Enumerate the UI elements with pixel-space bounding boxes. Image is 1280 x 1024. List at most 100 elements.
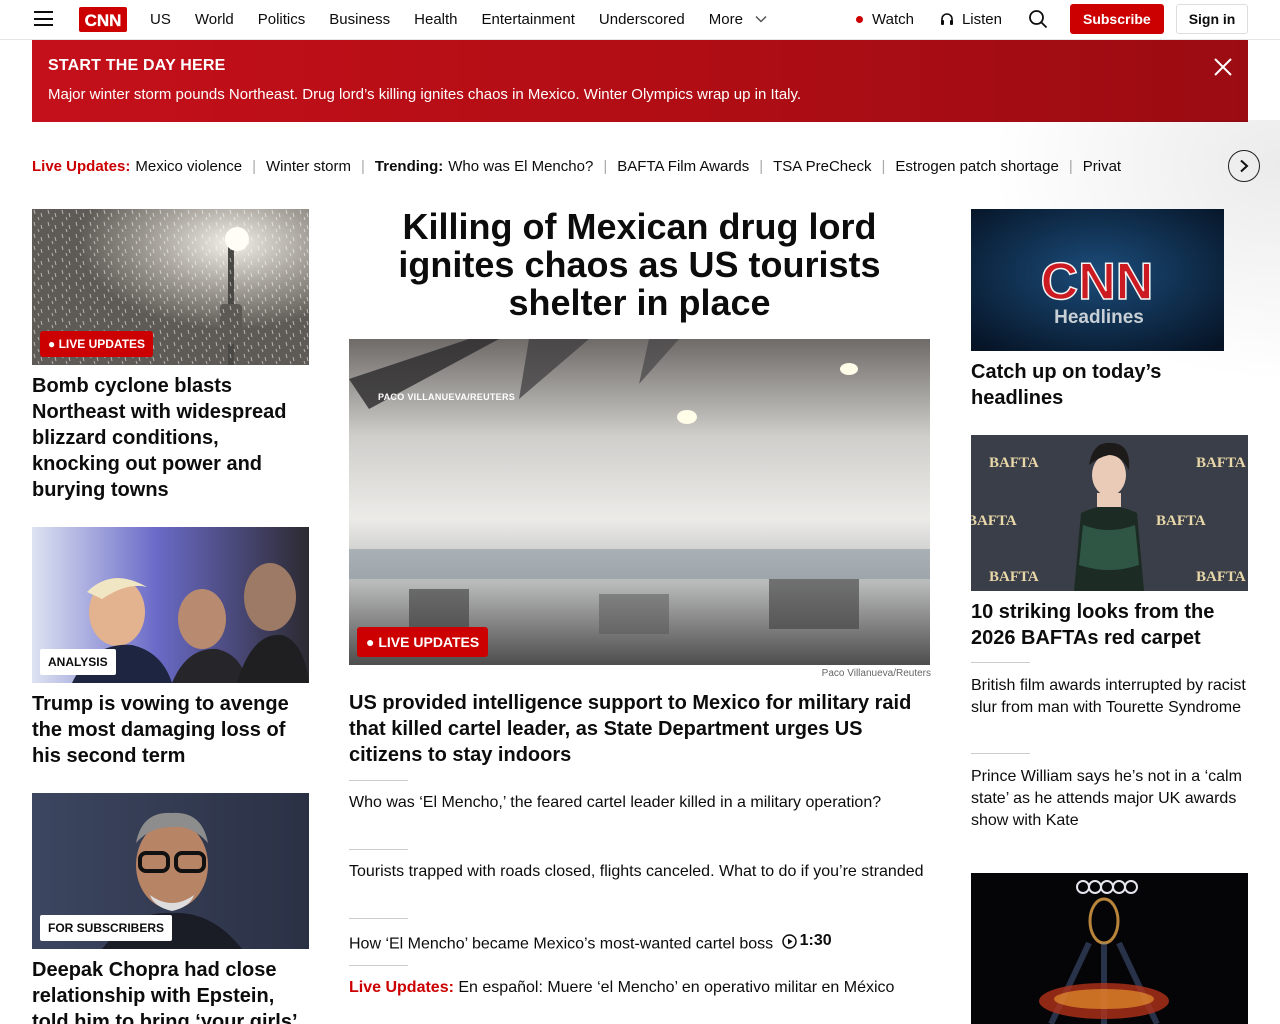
- related-live-link[interactable]: Live Updates: En español: Muere ‘el Menc…: [349, 977, 930, 999]
- separator: |: [1068, 157, 1073, 175]
- trend-link-estrogen[interactable]: Estrogen patch shortage: [895, 158, 1058, 175]
- story-card-bomb-cyclone[interactable]: ● LIVE UPDATES Bomb cyclone blasts North…: [32, 209, 309, 503]
- separator: |: [881, 157, 886, 175]
- search-icon[interactable]: [1028, 9, 1048, 29]
- badge-text: LIVE UPDATES: [378, 634, 480, 650]
- related-video-link[interactable]: How ‘El Mencho’ became Mexico’s most-wan…: [349, 930, 930, 956]
- trend-link-bafta[interactable]: BAFTA Film Awards: [617, 158, 749, 175]
- trump-image[interactable]: ANALYSIS: [32, 527, 309, 683]
- nav-us[interactable]: US: [150, 11, 171, 28]
- trending-next-button[interactable]: [1228, 150, 1260, 182]
- video-title: How ‘El Mencho’ became Mexico’s most-wan…: [349, 935, 774, 953]
- live-updates-label: Live Updates:: [349, 979, 454, 996]
- trending-fade: [1160, 146, 1280, 186]
- live-link-text: En español: Muere ‘el Mencho’ en operati…: [458, 979, 895, 996]
- video-duration: 1:30: [781, 930, 832, 952]
- bafta-red-carpet-image[interactable]: BAFTA BAFTA BAFTA BAFTA BAFTA BAFTA: [971, 435, 1248, 591]
- sign-in-button[interactable]: Sign in: [1175, 4, 1249, 34]
- cnn-headlines-image[interactable]: CNN Headlines: [971, 209, 1224, 351]
- for-subscribers-badge: FOR SUBSCRIBERS: [40, 915, 173, 941]
- headlines-title[interactable]: Catch up on today’s headlines: [971, 359, 1248, 411]
- olympics-closing-image[interactable]: [971, 873, 1248, 1024]
- headlines-card[interactable]: CNN Headlines Catch up on today’s headli…: [971, 209, 1248, 411]
- headlines-card-text: Headlines: [1054, 307, 1144, 328]
- trending-label: Trending:: [374, 157, 444, 175]
- trend-link-tsa-precheck[interactable]: TSA PreCheck: [773, 158, 871, 175]
- live-updates-label: Live Updates:: [32, 157, 131, 175]
- related-link-el-mencho[interactable]: Who was ‘El Mencho,’ the feared cartel l…: [349, 792, 930, 814]
- svg-text:BAFTA: BAFTA: [989, 455, 1039, 471]
- right-link-bafta-slur[interactable]: British film awards interrupted by racis…: [971, 675, 1248, 719]
- story-title[interactable]: Trump is vowing to avenge the most damag…: [32, 691, 309, 769]
- duration-text: 1:30: [799, 932, 832, 949]
- listen-link[interactable]: Listen: [940, 11, 1002, 28]
- trend-link-el-mencho[interactable]: Who was El Mencho?: [448, 158, 593, 175]
- live-dot-icon: [856, 15, 863, 23]
- right-link-prince-william[interactable]: Prince William says he’s not in a ‘calm …: [971, 766, 1248, 832]
- bafta-card[interactable]: BAFTA BAFTA BAFTA BAFTA BAFTA BAFTA 10 stri…: [971, 435, 1248, 651]
- nav-entertainment[interactable]: Entertainment: [482, 11, 575, 28]
- svg-text:BAFTA: BAFTA: [1196, 455, 1246, 471]
- cnn-logo[interactable]: CNN: [79, 7, 127, 32]
- snowstorm-image[interactable]: ● LIVE UPDATES: [32, 209, 309, 365]
- header-tools: Watch Listen Subscribe Sign in: [856, 0, 1249, 38]
- top-header: CNN US World Politics Business Health En…: [0, 0, 1280, 40]
- cnn-logo-mark: CNN: [84, 11, 122, 30]
- chevron-down-icon: [755, 15, 767, 23]
- nav-politics[interactable]: Politics: [258, 11, 306, 28]
- svg-text:BAFTA: BAFTA: [1156, 513, 1206, 529]
- nav-business[interactable]: Business: [329, 11, 390, 28]
- trend-link-mexico-violence[interactable]: Mexico violence: [135, 158, 242, 175]
- listen-label: Listen: [961, 10, 1002, 28]
- nav-world[interactable]: World: [195, 11, 234, 28]
- subscribe-button[interactable]: Subscribe: [1069, 4, 1164, 34]
- nav-more[interactable]: More: [709, 11, 767, 28]
- headphones-icon: [940, 13, 953, 25]
- divider: [349, 965, 408, 966]
- cnn-logo-text: CNN: [1041, 253, 1154, 311]
- nav-underscored[interactable]: Underscored: [599, 11, 685, 28]
- svg-text:BAFTA: BAFTA: [989, 569, 1039, 585]
- story-title[interactable]: Bomb cyclone blasts Northeast with wides…: [32, 373, 309, 503]
- start-the-day-banner[interactable]: START THE DAY HERE Major winter storm po…: [32, 40, 1248, 122]
- play-icon: [781, 933, 797, 949]
- related-link-tourists[interactable]: Tourists trapped with roads closed, flig…: [349, 861, 930, 883]
- separator: |: [603, 157, 608, 175]
- divider: [349, 918, 408, 919]
- nav-more-label: More: [708, 10, 743, 28]
- image-credit: Paco Villanueva/Reuters: [821, 668, 931, 679]
- story-card-chopra[interactable]: FOR SUBSCRIBERS Deepak Chopra had close …: [32, 793, 309, 1024]
- chevron-right-icon: [1240, 159, 1249, 173]
- banner-text[interactable]: Major winter storm pounds Northeast. Dru…: [48, 86, 801, 103]
- separator: |: [252, 157, 256, 175]
- olympics-card[interactable]: [971, 873, 1248, 1024]
- main-nav: US World Politics Business Health Entert…: [150, 0, 791, 38]
- lead-video-image[interactable]: PACO VILLANUEVA/REUTERS ● LIVE UPDATES: [349, 339, 930, 665]
- nav-health[interactable]: Health: [414, 11, 457, 28]
- live-updates-badge: ● LIVE UPDATES: [40, 331, 154, 357]
- svg-text:BAFTA: BAFTA: [1196, 569, 1246, 585]
- separator: |: [361, 157, 365, 175]
- divider: [971, 662, 1030, 663]
- trending-bar: Live Updates: Mexico violence | Winter s…: [32, 146, 1232, 186]
- story-title[interactable]: Deepak Chopra had close relationship wit…: [32, 957, 309, 1024]
- close-icon[interactable]: [1213, 57, 1233, 77]
- divider: [971, 753, 1030, 754]
- divider: [349, 780, 408, 781]
- svg-text:CNN: CNN: [85, 11, 122, 30]
- story-card-trump[interactable]: ANALYSIS Trump is vowing to avenge the m…: [32, 527, 309, 769]
- chopra-image[interactable]: FOR SUBSCRIBERS: [32, 793, 309, 949]
- svg-text:BAFTA: BAFTA: [971, 513, 1017, 529]
- lead-headline[interactable]: Killing of Mexican drug lord ignites cha…: [349, 208, 930, 322]
- lead-subheadline[interactable]: US provided intelligence support to Mexi…: [349, 690, 930, 768]
- trend-link-privat[interactable]: Privat: [1083, 158, 1121, 175]
- live-updates-badge: ● LIVE UPDATES: [357, 627, 489, 657]
- divider: [349, 849, 408, 850]
- image-overlay-credit: PACO VILLANUEVA/REUTERS: [378, 392, 516, 402]
- banner-title: START THE DAY HERE: [48, 57, 226, 74]
- menu-icon[interactable]: [34, 11, 53, 26]
- bafta-title[interactable]: 10 striking looks from the 2026 BAFTAs r…: [971, 599, 1248, 651]
- trend-link-winter-storm[interactable]: Winter storm: [266, 158, 351, 175]
- watch-link[interactable]: Watch: [856, 11, 914, 28]
- separator: |: [759, 157, 764, 175]
